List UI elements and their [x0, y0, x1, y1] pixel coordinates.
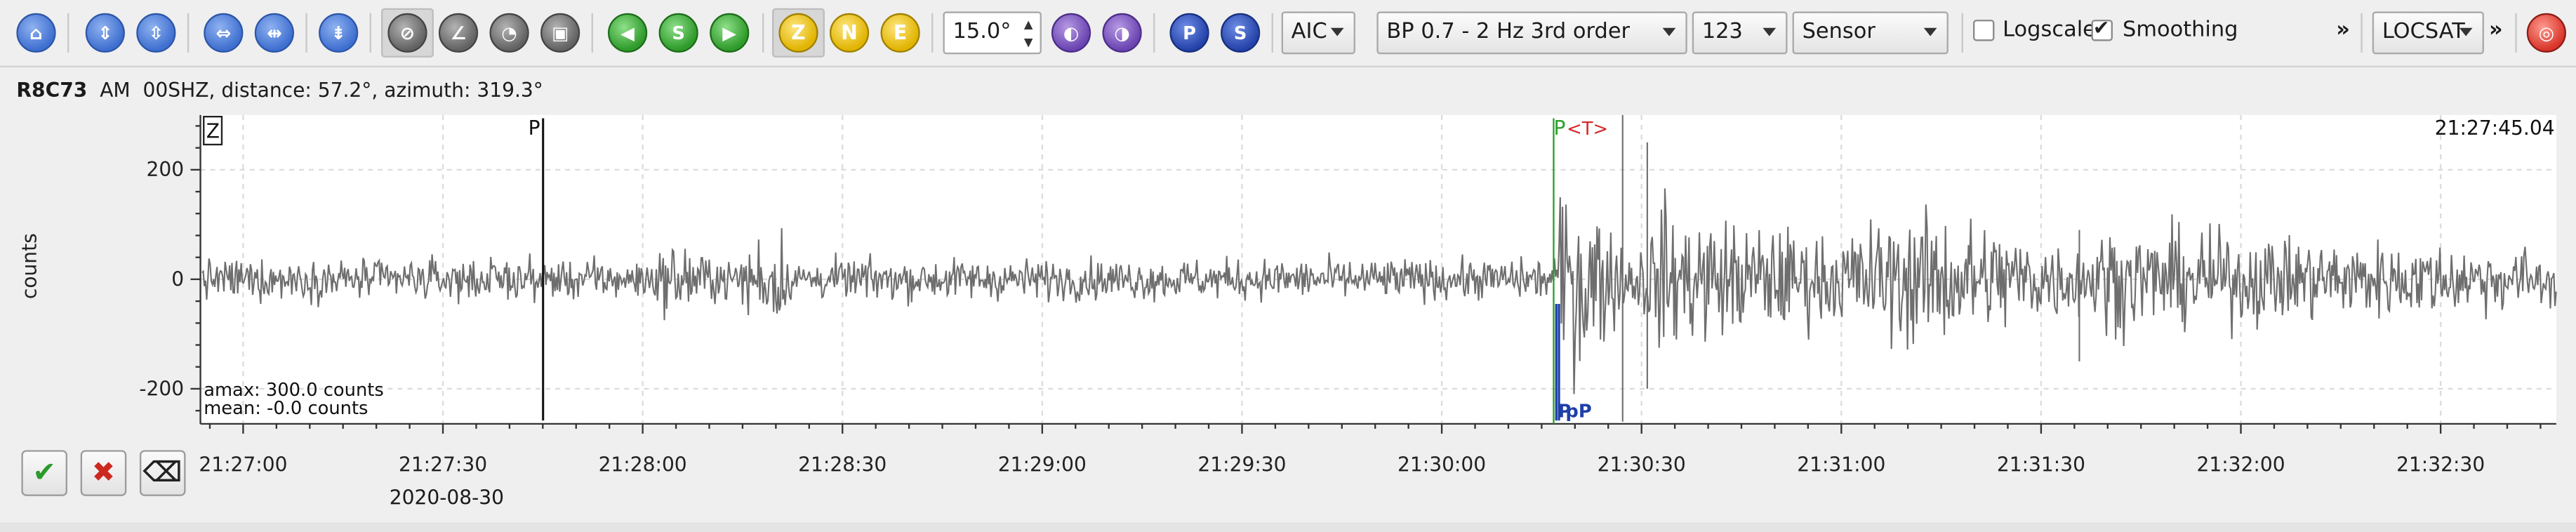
- automatic-p-pick-label: P: [1553, 117, 1565, 140]
- y-tick-label: -200: [139, 377, 184, 400]
- picker-window: ⌂ ⇕ ⇳ ⇔ ⇹ ⇟ ⊘ ∠ ◔ ▣ ◀ S ▶ Z N E 15.0° ▲ …: [0, 0, 2576, 532]
- x-tick-label: 21:32:30: [2396, 453, 2485, 477]
- y-axis-ticks: 200 0 -200: [139, 125, 201, 412]
- theoretical-pick-label: <T>: [1567, 119, 1608, 140]
- x-tick-label: 21:29:30: [1197, 453, 1286, 477]
- date-label: 2020-08-30: [389, 486, 504, 510]
- eraser-icon: ⌫: [142, 456, 182, 490]
- seismogram-plot[interactable]: 200 0 -200 21:27:00 21:27:30 21:28:00 21:28:3…: [0, 0, 2576, 493]
- cancel-icon: ✖: [91, 456, 116, 490]
- x-tick-label: 21:30:00: [1397, 453, 1486, 477]
- x-tick-label: 21:32:00: [2196, 453, 2285, 477]
- clear-picks-button[interactable]: ⌫: [139, 450, 186, 496]
- y-tick-label: 0: [171, 267, 184, 291]
- y-axis-label: counts: [18, 233, 41, 299]
- x-tick-label: 21:27:00: [199, 453, 287, 477]
- checkmark-icon: ✔: [32, 456, 56, 490]
- x-tick-label: 21:29:00: [998, 453, 1087, 477]
- status-strip: [0, 522, 2576, 532]
- manual-p-pick-label: P: [529, 117, 540, 140]
- accept-button[interactable]: ✔: [21, 450, 67, 496]
- x-tick-label: 21:28:30: [798, 453, 887, 477]
- mean-label: mean: -0.0 counts: [204, 398, 368, 419]
- x-axis-ticks: 21:27:00 21:27:30 21:28:00 21:28:30 21:29:00…: [199, 423, 2542, 477]
- theoretical-phase-label: pP: [1565, 401, 1591, 423]
- component-label: Z: [206, 120, 220, 143]
- x-tick-label: 21:30:30: [1598, 453, 1686, 477]
- pick-time-label: 21:27:45.04: [2435, 117, 2555, 140]
- reject-button[interactable]: ✖: [80, 450, 127, 496]
- x-tick-label: 21:31:00: [1797, 453, 1885, 477]
- x-tick-label: 21:31:30: [1997, 453, 2085, 477]
- x-tick-label: 21:28:00: [599, 453, 687, 477]
- y-tick-label: 200: [147, 158, 185, 181]
- x-tick-label: 21:27:30: [399, 453, 487, 477]
